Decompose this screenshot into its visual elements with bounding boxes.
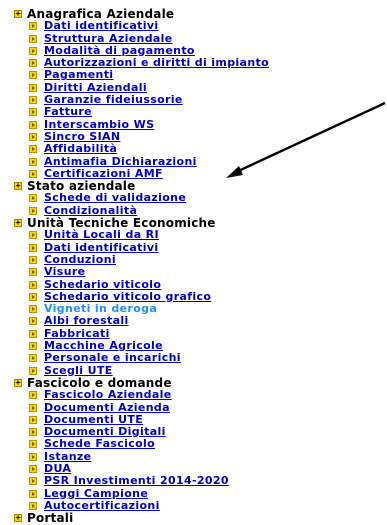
menu-item-link[interactable]: Documenti UTE xyxy=(44,413,143,426)
menu-item-link[interactable]: Schedario viticolo xyxy=(44,278,161,291)
menu-item-link[interactable]: Diritti Aziendali xyxy=(44,81,147,94)
arrow-bullet-icon xyxy=(29,231,37,240)
arrow-bullet-icon xyxy=(29,452,37,461)
expand-plus-icon[interactable]: + xyxy=(14,378,22,387)
arrow-bullet-icon xyxy=(29,243,37,252)
expand-plus-icon[interactable]: + xyxy=(14,219,22,228)
arrow-bullet-icon xyxy=(29,255,37,264)
arrow-bullet-icon xyxy=(29,391,37,400)
arrow-bullet-icon xyxy=(29,83,37,92)
arrow-bullet-icon xyxy=(29,342,37,351)
arrow-bullet-icon xyxy=(29,34,37,43)
navigation-tree: + Anagrafica Aziendale Dati identificativi… xyxy=(5,7,385,525)
arrow-bullet-icon xyxy=(29,71,37,80)
arrow-bullet-icon xyxy=(29,169,37,178)
menu-item-link[interactable]: Condizionalità xyxy=(44,204,137,217)
arrow-bullet-icon xyxy=(29,366,37,375)
menu-item-link[interactable]: Unità Locali da RI xyxy=(44,228,159,241)
menu-item-link[interactable]: Sincro SIAN xyxy=(44,130,120,143)
menu-item-link[interactable]: Garanzie fideiussorie xyxy=(44,93,183,106)
menu-item-link[interactable]: Certificazioni AMF xyxy=(44,167,163,180)
menu-item-link[interactable]: Schedario viticolo grafico xyxy=(44,290,211,303)
menu-item-link[interactable]: Fascicolo Aziendale xyxy=(44,388,172,401)
menu-item-link[interactable]: Fatture xyxy=(44,105,92,118)
menu-item-link[interactable]: Modalità di pagamento xyxy=(44,44,195,57)
menu-item-link[interactable]: Struttura Aziendale xyxy=(44,32,173,45)
menu-item-link[interactable]: Antimafia Dichiarazioni xyxy=(44,155,197,168)
arrow-bullet-icon xyxy=(29,329,37,338)
arrow-bullet-icon xyxy=(29,22,37,31)
menu-item-link[interactable]: Scegli UTE xyxy=(44,364,113,377)
expand-plus-icon[interactable]: + xyxy=(14,182,22,191)
menu-item-link[interactable]: Interscambio WS xyxy=(44,118,154,131)
menu-item-link[interactable]: Macchine Agricole xyxy=(44,339,163,352)
menu-item-link[interactable]: Conduzioni xyxy=(44,253,116,266)
arrow-bullet-icon xyxy=(29,59,37,68)
expand-plus-icon[interactable]: + xyxy=(14,514,22,523)
arrow-bullet-icon xyxy=(29,145,37,154)
menu-item-link[interactable]: Affidabilità xyxy=(44,142,117,155)
menu-item-link[interactable]: PSR Investimenti 2014-2020 xyxy=(44,474,229,487)
menu-item-link[interactable]: Fabbricati xyxy=(44,327,110,340)
menu-item-link[interactable]: Documenti Azienda xyxy=(44,401,170,414)
arrow-bullet-icon xyxy=(29,403,37,412)
menu-item-link[interactable]: Documenti Digitali xyxy=(44,425,166,438)
menu-item-link[interactable]: Dati identificativi xyxy=(44,19,159,32)
arrow-bullet-icon xyxy=(29,428,37,437)
arrow-bullet-icon xyxy=(29,194,37,203)
arrow-bullet-icon xyxy=(29,317,37,326)
menu-item-link[interactable]: Autorizzazioni e diritti di impianto xyxy=(44,56,269,69)
arrow-bullet-icon xyxy=(29,305,37,314)
arrow-bullet-icon xyxy=(29,477,37,486)
arrow-bullet-icon xyxy=(29,464,37,473)
menu-item-link[interactable]: Dati identificativi xyxy=(44,241,159,254)
section-label: Portali xyxy=(27,511,74,525)
expand-plus-icon[interactable]: + xyxy=(14,10,22,18)
menu-item-link[interactable]: Albi forestali xyxy=(44,314,129,327)
menu-item-link[interactable]: Autocertificazioni xyxy=(44,499,160,512)
section-4[interactable]: + Portali xyxy=(5,511,385,525)
arrow-bullet-icon xyxy=(29,440,37,449)
arrow-bullet-icon xyxy=(29,292,37,301)
arrow-bullet-icon xyxy=(29,268,37,277)
arrow-bullet-icon xyxy=(29,280,37,289)
arrow-bullet-icon xyxy=(29,415,37,424)
arrow-bullet-icon xyxy=(29,46,37,55)
arrow-bullet-icon xyxy=(29,489,37,498)
menu-item-link[interactable]: Vigneti in deroga xyxy=(44,302,157,315)
arrow-bullet-icon xyxy=(29,96,37,105)
arrow-bullet-icon xyxy=(29,206,37,215)
arrow-bullet-icon xyxy=(29,157,37,166)
arrow-bullet-icon xyxy=(29,132,37,141)
menu-item-link[interactable]: DUA xyxy=(44,462,71,475)
menu-item-link[interactable]: Pagamenti xyxy=(44,68,113,81)
menu-item-link[interactable]: Schede Fascicolo xyxy=(44,437,155,450)
arrow-bullet-icon xyxy=(29,354,37,363)
menu-item-link[interactable]: Visure xyxy=(44,265,85,278)
menu-item-link[interactable]: Schede di validazione xyxy=(44,191,186,204)
menu-item-link[interactable]: Istanze xyxy=(44,450,91,463)
menu-item-link[interactable]: Personale e incarichi xyxy=(44,351,181,364)
arrow-bullet-icon xyxy=(29,120,37,129)
menu-item-link[interactable]: Leggi Campione xyxy=(44,487,148,500)
arrow-bullet-icon xyxy=(29,108,37,117)
